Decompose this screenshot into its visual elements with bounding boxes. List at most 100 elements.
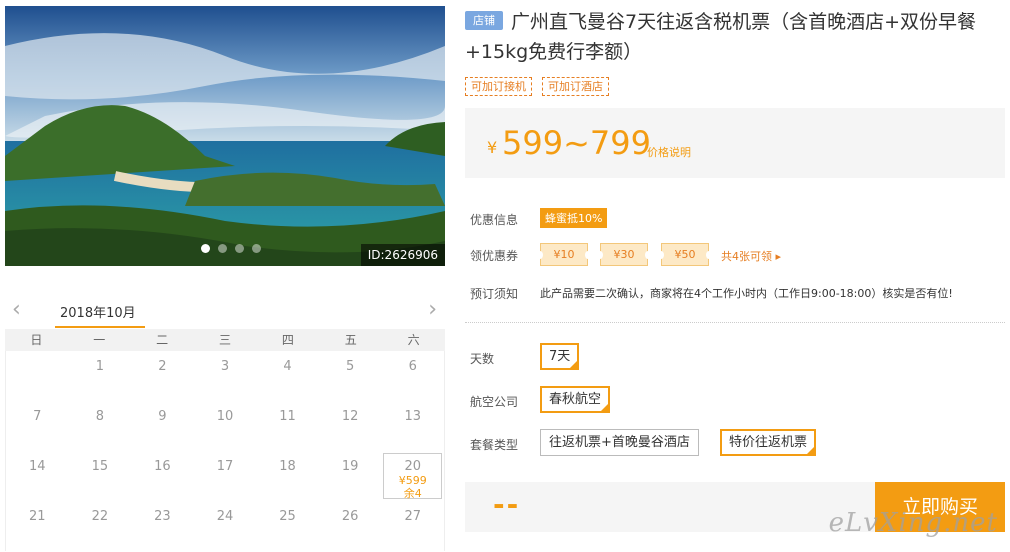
package-option-flight-only[interactable]: 特价往返机票 [720,429,817,456]
calendar-day-number: 5 [345,359,355,374]
coupon-10[interactable]: ¥10 [537,243,591,266]
price-range: 599~799 [502,124,651,162]
calendar-day: 26 [319,501,382,551]
calendar-day: 22 [69,501,132,551]
days-label: 天数 [470,352,495,366]
calendar-day-number: 23 [154,509,171,524]
calendar-day-number: 13 [404,409,421,424]
coupon-50[interactable]: ¥50 [658,243,712,266]
package-option-flight-hotel[interactable]: 往返机票+首晚曼谷酒店 [540,429,699,456]
calendar-day-number: 7 [33,409,42,424]
airline-option-spring[interactable]: 春秋航空 [540,386,611,413]
month-underline [55,326,145,328]
addon-tag-hotel[interactable]: 可加订酒店 [542,77,609,96]
carousel-dot[interactable] [235,244,244,253]
calendar-day-number: 25 [279,509,296,524]
calendar-day-number: 9 [158,409,167,424]
calendar-day-number: 15 [91,459,109,474]
calendar-day-number: 10 [216,409,234,424]
date-calendar: ‹ 2018年10月 › 日一二三四五六 1 2 3 4 5 6 7 8 9 10 11 12 13 14… [5,296,445,551]
calendar-day: 1 [69,351,132,401]
shop-badge[interactable]: 店铺 [465,11,503,30]
calendar-day: 8 [69,401,132,451]
calendar-day-number: 17 [216,459,234,474]
calendar-day-number: 11 [279,409,296,424]
calendar-weekday-header: 日一二三四五六 [5,329,445,351]
calendar-day-stock: 余4 [403,487,422,500]
carousel-dot[interactable] [252,244,261,253]
calendar-day-number: 27 [404,509,421,524]
calendar-day [6,351,69,401]
calendar-day-number: 6 [408,359,417,374]
booking-notice-text: 此产品需要二次确认，商家将在4个工作小时内（工作日9:00-18:00）核实是否… [540,287,953,300]
calendar-day-number: 20 [404,459,421,474]
booking-notice-label: 预订须知 [470,287,519,301]
calendar-grid: 1 2 3 4 5 6 7 8 9 10 11 12 13 14 15 16 17 18 19 20 ¥599 余4 21 2… [5,351,445,551]
calendar-day-number: 1 [95,359,104,374]
carousel-dots [201,244,261,253]
coupon-label: 领优惠券 [470,249,519,263]
calendar-day: 2 [131,351,194,401]
promo-badge: 蜂蜜抵10% [540,208,608,228]
calendar-day: 19 [319,451,382,501]
promo-label: 优惠信息 [470,213,519,227]
calendar-day: 3 [194,351,257,401]
days-option-7[interactable]: 7天 [540,343,580,370]
prev-month-chevron-icon[interactable]: ‹ [12,299,21,321]
photo-id-label: ID:2626906 [360,244,445,266]
weekday-label: 六 [407,333,420,347]
calendar-day: 23 [131,501,194,551]
calendar-day: 25 [256,501,319,551]
weekday-label: 二 [156,333,169,347]
calendar-day-number: 8 [95,409,104,424]
watermark: eLvXing.net [828,508,998,538]
calendar-day: 14 [6,451,69,501]
more-coupons-link[interactable]: 共4张可领 ▸ [721,248,781,264]
island-photo-illustration [5,6,445,266]
calendar-day: 10 [194,401,257,451]
price-currency: ¥ [487,138,498,157]
calendar-month-label: 2018年10月 [60,306,136,321]
calendar-day-number: 4 [283,359,292,374]
weekday-label: 五 [344,333,357,347]
calendar-day: 12 [319,401,382,451]
price-panel: ¥ 599~799 价格说明 [465,108,1005,178]
calendar-day: 13 [381,401,444,451]
calendar-day-number: 16 [154,459,171,474]
weekday-label: 一 [93,333,106,347]
calendar-day-number: 21 [29,509,46,524]
product-photo[interactable]: ID:2626906 [5,6,445,266]
addon-tag-pickup[interactable]: 可加订接机 [465,77,532,96]
calendar-day: 5 [319,351,382,401]
calendar-day: 4 [256,351,319,401]
calendar-nav: ‹ 2018年10月 › [5,296,445,328]
calendar-day-number: 22 [91,509,109,524]
weekday-label: 日 [30,333,43,347]
package-label: 套餐类型 [470,438,519,452]
calendar-day: 9 [131,401,194,451]
calendar-day-number: 14 [29,459,46,474]
calendar-day-available[interactable]: 20 ¥599 余4 [383,453,442,500]
total-price: -- [493,488,521,521]
weekday-label: 三 [218,333,231,347]
calendar-day-number: 12 [341,409,359,424]
calendar-day-number: 19 [341,459,359,474]
calendar-day: 16 [131,451,194,501]
calendar-day: 17 [194,451,257,501]
price-explanation-link[interactable]: 价格说明 [647,144,691,160]
product-title: 广州直飞曼谷7天往返含税机票（含首晚酒店+双份早餐+15kg免费行李额） [465,11,977,63]
calendar-day: 18 [256,451,319,501]
calendar-day: 24 [194,501,257,551]
coupon-30[interactable]: ¥30 [597,243,651,266]
carousel-dot[interactable] [218,244,227,253]
calendar-day: 7 [6,401,69,451]
calendar-day: 21 [6,501,69,551]
calendar-day-price: ¥599 [398,474,427,487]
calendar-day-number: 2 [158,359,167,374]
carousel-dot[interactable] [201,244,210,253]
calendar-day: 27 [381,501,444,551]
calendar-day-number: 26 [341,509,359,524]
next-month-chevron-icon[interactable]: › [428,299,437,321]
calendar-day-number: 18 [279,459,296,474]
section-divider [465,322,1005,323]
